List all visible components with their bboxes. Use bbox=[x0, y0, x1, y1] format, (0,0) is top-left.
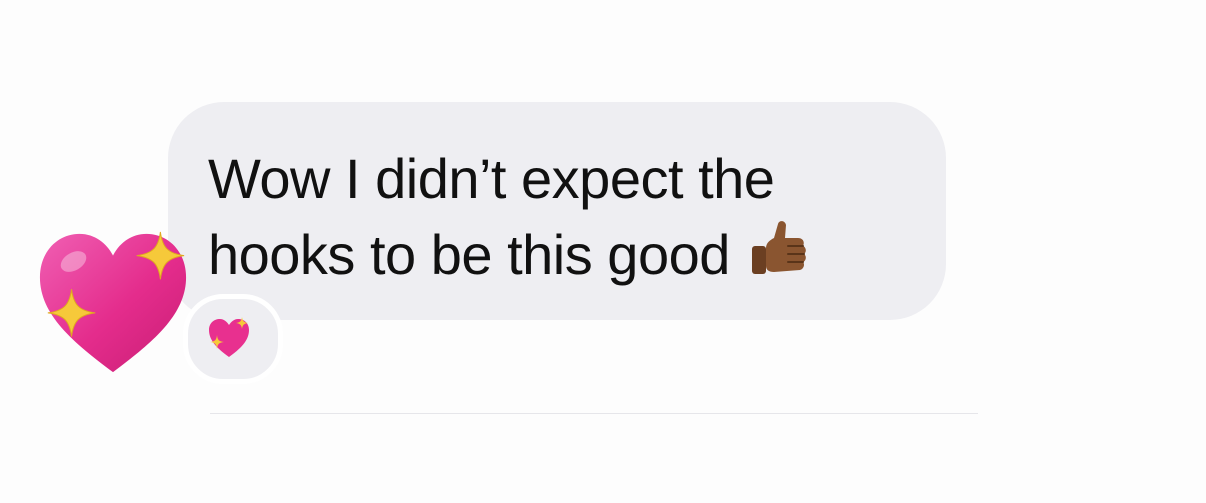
message-line-1: Wow I didn’t expect the bbox=[208, 147, 775, 210]
message-line-2: hooks to be this good bbox=[208, 216, 886, 292]
message-thread: Wow I didn’t expect the hooks to be this… bbox=[0, 0, 1206, 503]
incoming-message-bubble[interactable]: Wow I didn’t expect the hooks to be this… bbox=[168, 102, 946, 320]
tapback-reaction[interactable] bbox=[183, 294, 283, 384]
sparkling-heart-icon bbox=[209, 317, 249, 357]
message-text: Wow I didn’t expect the hooks to be this… bbox=[208, 142, 886, 292]
thread-divider bbox=[210, 413, 978, 414]
message-line-2-text: hooks to be this good bbox=[208, 223, 730, 286]
sparkling-heart-sticker[interactable] bbox=[34, 224, 192, 380]
thumbs-up-icon bbox=[751, 221, 806, 274]
